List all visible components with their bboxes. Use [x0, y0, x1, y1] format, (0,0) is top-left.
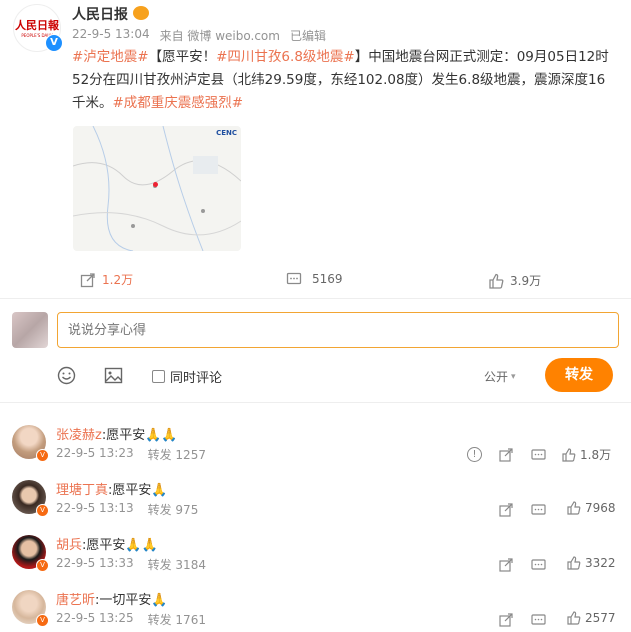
repost-icon [80, 272, 95, 287]
also-comment-checkbox[interactable] [152, 370, 165, 383]
cenc-logo: CENC [216, 129, 237, 137]
comment-like-count: 1.8万 [580, 448, 612, 462]
comment-like-count: 3322 [585, 556, 616, 570]
post-source: 来自 微博 weibo.com [159, 29, 280, 43]
post-divider [0, 298, 631, 299]
comment-reply-icon[interactable] [531, 557, 546, 576]
comment-text: :一切平安🙏 [95, 593, 168, 608]
commenter-name[interactable]: 张凌赫z [56, 428, 102, 443]
hashtag-chengdu[interactable]: #成都重庆震感强烈# [113, 95, 244, 111]
comment-repost-icon[interactable] [499, 502, 513, 521]
comment-repost-icon[interactable] [499, 557, 513, 576]
also-comment-checkbox-label[interactable]: 同时评论 [152, 367, 222, 386]
verified-badge: V [45, 34, 63, 52]
epicenter-marker [153, 182, 158, 187]
emoji-button[interactable] [57, 366, 76, 389]
thumbs-up-icon [562, 447, 576, 462]
comment-like-count: 2577 [585, 611, 616, 625]
commenter-verified-badge: V [36, 449, 49, 462]
comment-text: :愿平安🙏🙏 [82, 538, 158, 553]
commenter-name[interactable]: 理塘丁真 [56, 483, 108, 498]
comment-count: 5169 [312, 272, 343, 286]
visibility-value: 公开 [484, 370, 509, 384]
content-text-1: 【愿平安！ [148, 49, 217, 65]
repost-button[interactable]: 1.2万 [80, 271, 133, 288]
comment-text: :愿平安🙏 [108, 483, 168, 498]
repost-input[interactable] [57, 312, 619, 348]
comment-like-button[interactable]: 7968 [567, 501, 616, 515]
commenter-verified-badge: V [36, 504, 49, 517]
author-name[interactable]: 人民日报 [72, 4, 128, 24]
commenter-name[interactable]: 唐艺昕 [56, 593, 95, 608]
like-button[interactable]: 3.9万 [488, 272, 541, 289]
map-image[interactable]: CENC [73, 126, 241, 251]
visibility-select[interactable]: 公开 ▾ [484, 368, 516, 385]
comment-reply-icon[interactable] [531, 612, 546, 631]
comment-text: :愿平安🙏🙏 [101, 428, 178, 443]
comment-like-button[interactable]: 1.8万 [562, 446, 611, 463]
thumbs-up-icon [567, 556, 581, 570]
thumbs-up-icon [567, 501, 581, 515]
comment-repost-count: 转发 975 [147, 503, 199, 517]
comment-repost-icon[interactable] [499, 447, 513, 466]
commenter-name[interactable]: 胡兵 [56, 538, 82, 553]
repost-submit-button[interactable]: 转发 [545, 358, 613, 392]
commenter-verified-badge: V [36, 614, 49, 627]
map-graphic [73, 126, 241, 251]
image-icon [104, 367, 123, 384]
comment-like-button[interactable]: 2577 [567, 611, 616, 625]
hashtag-luding[interactable]: #泸定地震# [72, 49, 149, 65]
comment-time: 22-9-5 13:13 [56, 501, 134, 515]
like-icon [489, 273, 504, 289]
post-time[interactable]: 22-9-5 13:04 [72, 27, 150, 44]
also-comment-label: 同时评论 [170, 371, 223, 386]
comment-icon [286, 272, 302, 285]
comment-item: V 理塘丁真:愿平安🙏 22-9-5 13:13 转发 975 7968 [0, 475, 631, 527]
comment-like-count: 7968 [585, 501, 616, 515]
chevron-down-icon: ▾ [511, 371, 516, 382]
report-icon[interactable]: ! [467, 447, 482, 462]
composer-divider [0, 402, 631, 403]
comment-time: 22-9-5 13:25 [56, 611, 134, 625]
member-crown-icon [133, 6, 149, 20]
thumbs-up-icon [567, 611, 581, 625]
post-content: #泸定地震#【愿平安！#四川甘孜6.8级地震#】中国地震台网正式测定：09月05… [72, 46, 617, 115]
commenter-verified-badge: V [36, 559, 49, 572]
comment-reply-icon[interactable] [531, 447, 546, 466]
comment-repost-count: 转发 1761 [147, 613, 206, 627]
comment-repost-count: 转发 1257 [147, 448, 206, 462]
comment-item: V 唐艺昕:一切平安🙏 22-9-5 13:25 转发 1761 2577 [0, 585, 631, 632]
hashtag-sichuan[interactable]: #四川甘孜6.8级地震# [216, 49, 355, 65]
like-count: 3.9万 [510, 274, 542, 288]
image-button[interactable] [104, 366, 123, 389]
comment-reply-icon[interactable] [531, 502, 546, 521]
repost-count: 1.2万 [102, 273, 134, 287]
current-user-avatar[interactable] [12, 312, 48, 348]
emoji-icon [57, 366, 76, 385]
post-meta: 22-9-5 13:04 来自 微博 weibo.com 已编辑 [72, 27, 326, 44]
comment-like-button[interactable]: 3322 [567, 556, 616, 570]
comment-item: V 胡兵:愿平安🙏🙏 22-9-5 13:33 转发 3184 3322 [0, 530, 631, 582]
comment-time: 22-9-5 13:23 [56, 446, 134, 460]
post-edited[interactable]: 已编辑 [290, 27, 326, 44]
comment-time: 22-9-5 13:33 [56, 556, 134, 570]
comment-repost-icon[interactable] [499, 612, 513, 631]
comment-item: V 张凌赫z:愿平安🙏🙏 22-9-5 13:23 转发 1257 ! 1.8万 [0, 420, 631, 472]
people-daily-logo: 人民日報 [15, 19, 59, 32]
comment-button[interactable]: 5169 [286, 271, 343, 287]
comment-repost-count: 转发 3184 [147, 558, 206, 572]
